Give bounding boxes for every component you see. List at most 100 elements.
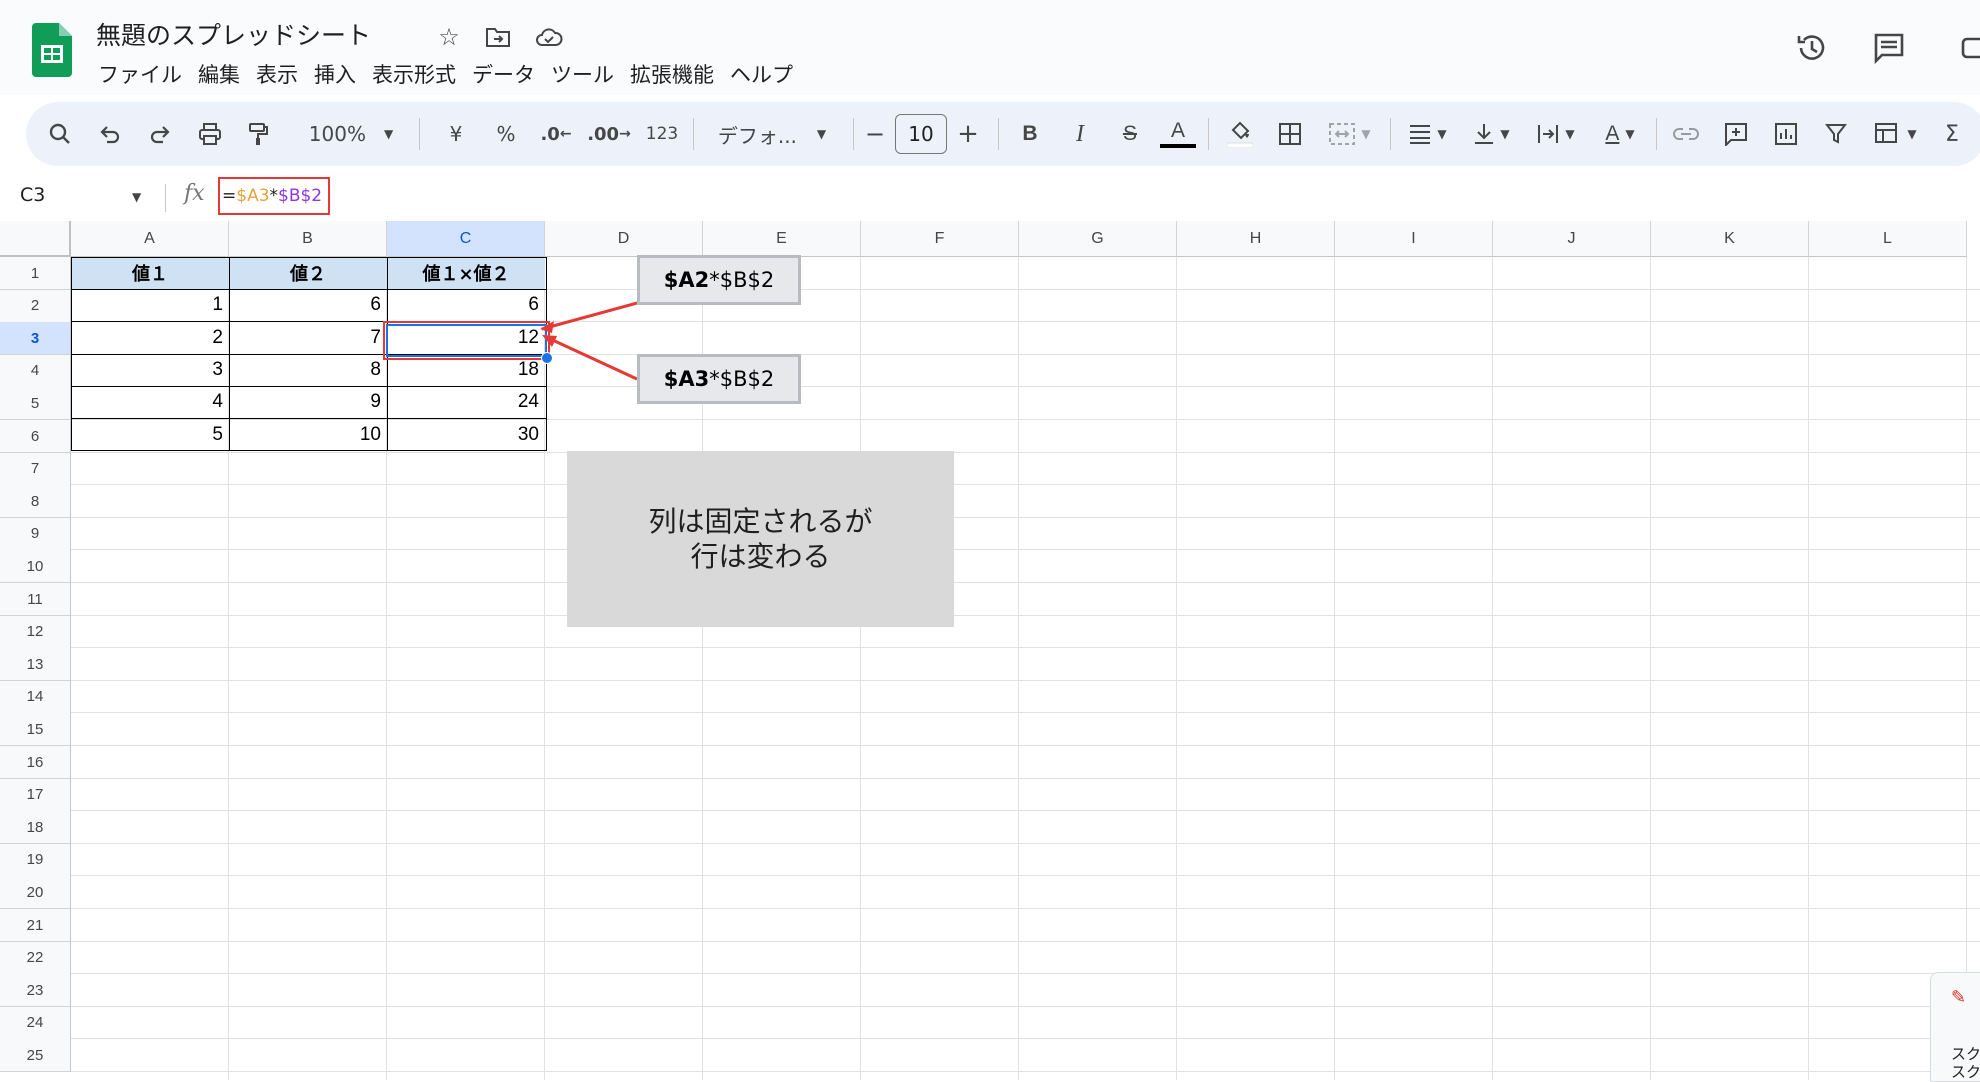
zoom-select[interactable]: 100% ▼ (296, 114, 406, 154)
version-history-icon[interactable] (1790, 26, 1834, 70)
menu-file[interactable]: ファイル (96, 57, 194, 93)
chevron-down-icon[interactable]: ▼ (132, 190, 141, 204)
header-cell-b1[interactable]: 値２ (229, 257, 387, 289)
row-header-20[interactable]: 20 (0, 876, 71, 910)
menu-data[interactable]: データ (470, 57, 547, 93)
comments-icon[interactable] (1867, 26, 1911, 70)
row-header-21[interactable]: 21 (0, 909, 71, 942)
column-header-e[interactable]: E (703, 221, 861, 257)
cell-c6[interactable]: 30 (387, 418, 545, 451)
row-header-10[interactable]: 10 (0, 550, 71, 584)
filter-icon[interactable] (1816, 114, 1856, 154)
name-box[interactable]: C3 (20, 184, 45, 206)
move-folder-icon[interactable] (481, 20, 515, 54)
document-title[interactable]: 無題のスプレッドシート (96, 16, 371, 52)
row-header-15[interactable]: 15 (0, 713, 71, 747)
column-header-k[interactable]: K (1651, 221, 1809, 257)
search-menus-icon[interactable] (40, 114, 80, 154)
column-header-j[interactable]: J (1493, 221, 1651, 257)
row-header-14[interactable]: 14 (0, 680, 71, 714)
bold-button[interactable]: B (1012, 114, 1048, 154)
row-header-11[interactable]: 11 (0, 583, 71, 616)
meet-icon[interactable] (1950, 26, 1980, 70)
row-header-16[interactable]: 16 (0, 746, 71, 779)
floating-tool-widget[interactable]: ✎ スク スク (1930, 972, 1980, 1082)
borders-icon[interactable] (1270, 114, 1310, 154)
fill-color-icon[interactable] (1220, 114, 1260, 154)
row-header-5[interactable]: 5 (0, 387, 71, 421)
header-cell-c1[interactable]: 値１×値２ (387, 257, 545, 289)
sheets-logo-icon[interactable] (32, 23, 72, 77)
paint-format-icon[interactable] (238, 114, 278, 154)
spreadsheet-grid[interactable]: ABCDEFGHIJKL 1 2 3 4 5 6 7 8 9 10 11 12 13 14 15 16 17 18… (0, 221, 1980, 1080)
functions-button[interactable]: Σ (1934, 114, 1970, 154)
text-color-button[interactable]: A (1158, 114, 1198, 154)
percent-format-button[interactable]: % (486, 114, 526, 154)
row-header-4[interactable]: 4 (0, 354, 71, 388)
insert-comment-icon[interactable] (1716, 114, 1756, 154)
column-header-b[interactable]: B (229, 221, 387, 257)
row-header-13[interactable]: 13 (0, 648, 71, 682)
cell-a2[interactable]: 1 (71, 289, 229, 321)
redo-icon[interactable] (140, 114, 180, 154)
increase-font-size-button[interactable]: + (950, 114, 986, 154)
column-header-c[interactable]: C (387, 221, 545, 257)
currency-format-button[interactable]: ¥ (436, 114, 476, 154)
print-icon[interactable] (190, 114, 230, 154)
more-formats-button[interactable]: 123 (640, 114, 684, 154)
cloud-status-icon[interactable] (532, 20, 566, 54)
column-header-i[interactable]: I (1335, 221, 1493, 257)
horizontal-align-icon[interactable]: ▼ (1400, 114, 1456, 154)
strikethrough-button[interactable]: S (1112, 114, 1148, 154)
row-header-12[interactable]: 12 (0, 615, 71, 649)
menu-view[interactable]: 表示 (254, 57, 310, 93)
text-rotation-button[interactable]: A ▼ (1592, 114, 1648, 154)
column-header-a[interactable]: A (71, 221, 229, 257)
row-header-6[interactable]: 6 (0, 420, 71, 453)
menu-help[interactable]: ヘルプ (728, 57, 805, 93)
star-icon[interactable]: ☆ (432, 20, 466, 54)
row-header-25[interactable]: 25 (0, 1039, 71, 1073)
row-header-17[interactable]: 17 (0, 778, 71, 812)
row-header-9[interactable]: 9 (0, 517, 71, 551)
select-all-corner[interactable] (0, 221, 71, 257)
row-header-7[interactable]: 7 (0, 452, 71, 486)
menu-extensions[interactable]: 拡張機能 (628, 57, 726, 93)
cell-b4[interactable]: 8 (229, 354, 387, 386)
formula-input[interactable]: = $A3 * $B$2 (218, 177, 330, 215)
cell-b2[interactable]: 6 (229, 289, 387, 321)
filter-views-icon[interactable]: ▼ (1866, 114, 1926, 154)
column-header-g[interactable]: G (1019, 221, 1177, 257)
insert-chart-icon[interactable] (1766, 114, 1806, 154)
cell-a4[interactable]: 3 (71, 354, 229, 386)
decrease-decimal-button[interactable]: .0 ← (534, 114, 578, 154)
menu-format[interactable]: 表示形式 (370, 57, 468, 93)
menu-insert[interactable]: 挿入 (312, 57, 368, 93)
column-header-d[interactable]: D (545, 221, 703, 257)
cell-c5[interactable]: 24 (387, 386, 545, 418)
italic-button[interactable]: I (1062, 114, 1098, 154)
cell-c2[interactable]: 6 (387, 289, 545, 321)
increase-decimal-button[interactable]: .00 → (584, 114, 634, 154)
undo-icon[interactable] (90, 114, 130, 154)
menu-tools[interactable]: ツール (549, 57, 626, 93)
font-family-select[interactable]: デフォ... ▼ (702, 114, 842, 154)
row-header-2[interactable]: 2 (0, 289, 71, 323)
column-header-f[interactable]: F (861, 221, 1019, 257)
row-header-23[interactable]: 23 (0, 974, 71, 1008)
decrease-font-size-button[interactable]: − (860, 114, 890, 154)
row-header-1[interactable]: 1 (0, 257, 71, 290)
cell-b6[interactable]: 10 (229, 418, 387, 451)
column-header-h[interactable]: H (1177, 221, 1335, 257)
row-header-19[interactable]: 19 (0, 843, 71, 877)
vertical-align-icon[interactable]: ▼ (1464, 114, 1520, 154)
cell-b5[interactable]: 9 (229, 386, 387, 418)
cell-a6[interactable]: 5 (71, 418, 229, 451)
text-wrap-icon[interactable]: ▼ (1528, 114, 1584, 154)
cell-a3[interactable]: 2 (71, 321, 229, 354)
row-header-22[interactable]: 22 (0, 941, 71, 975)
header-cell-a1[interactable]: 値１ (71, 257, 229, 289)
column-header-l[interactable]: L (1809, 221, 1967, 257)
row-header-24[interactable]: 24 (0, 1006, 71, 1040)
cell-b3[interactable]: 7 (229, 321, 387, 354)
